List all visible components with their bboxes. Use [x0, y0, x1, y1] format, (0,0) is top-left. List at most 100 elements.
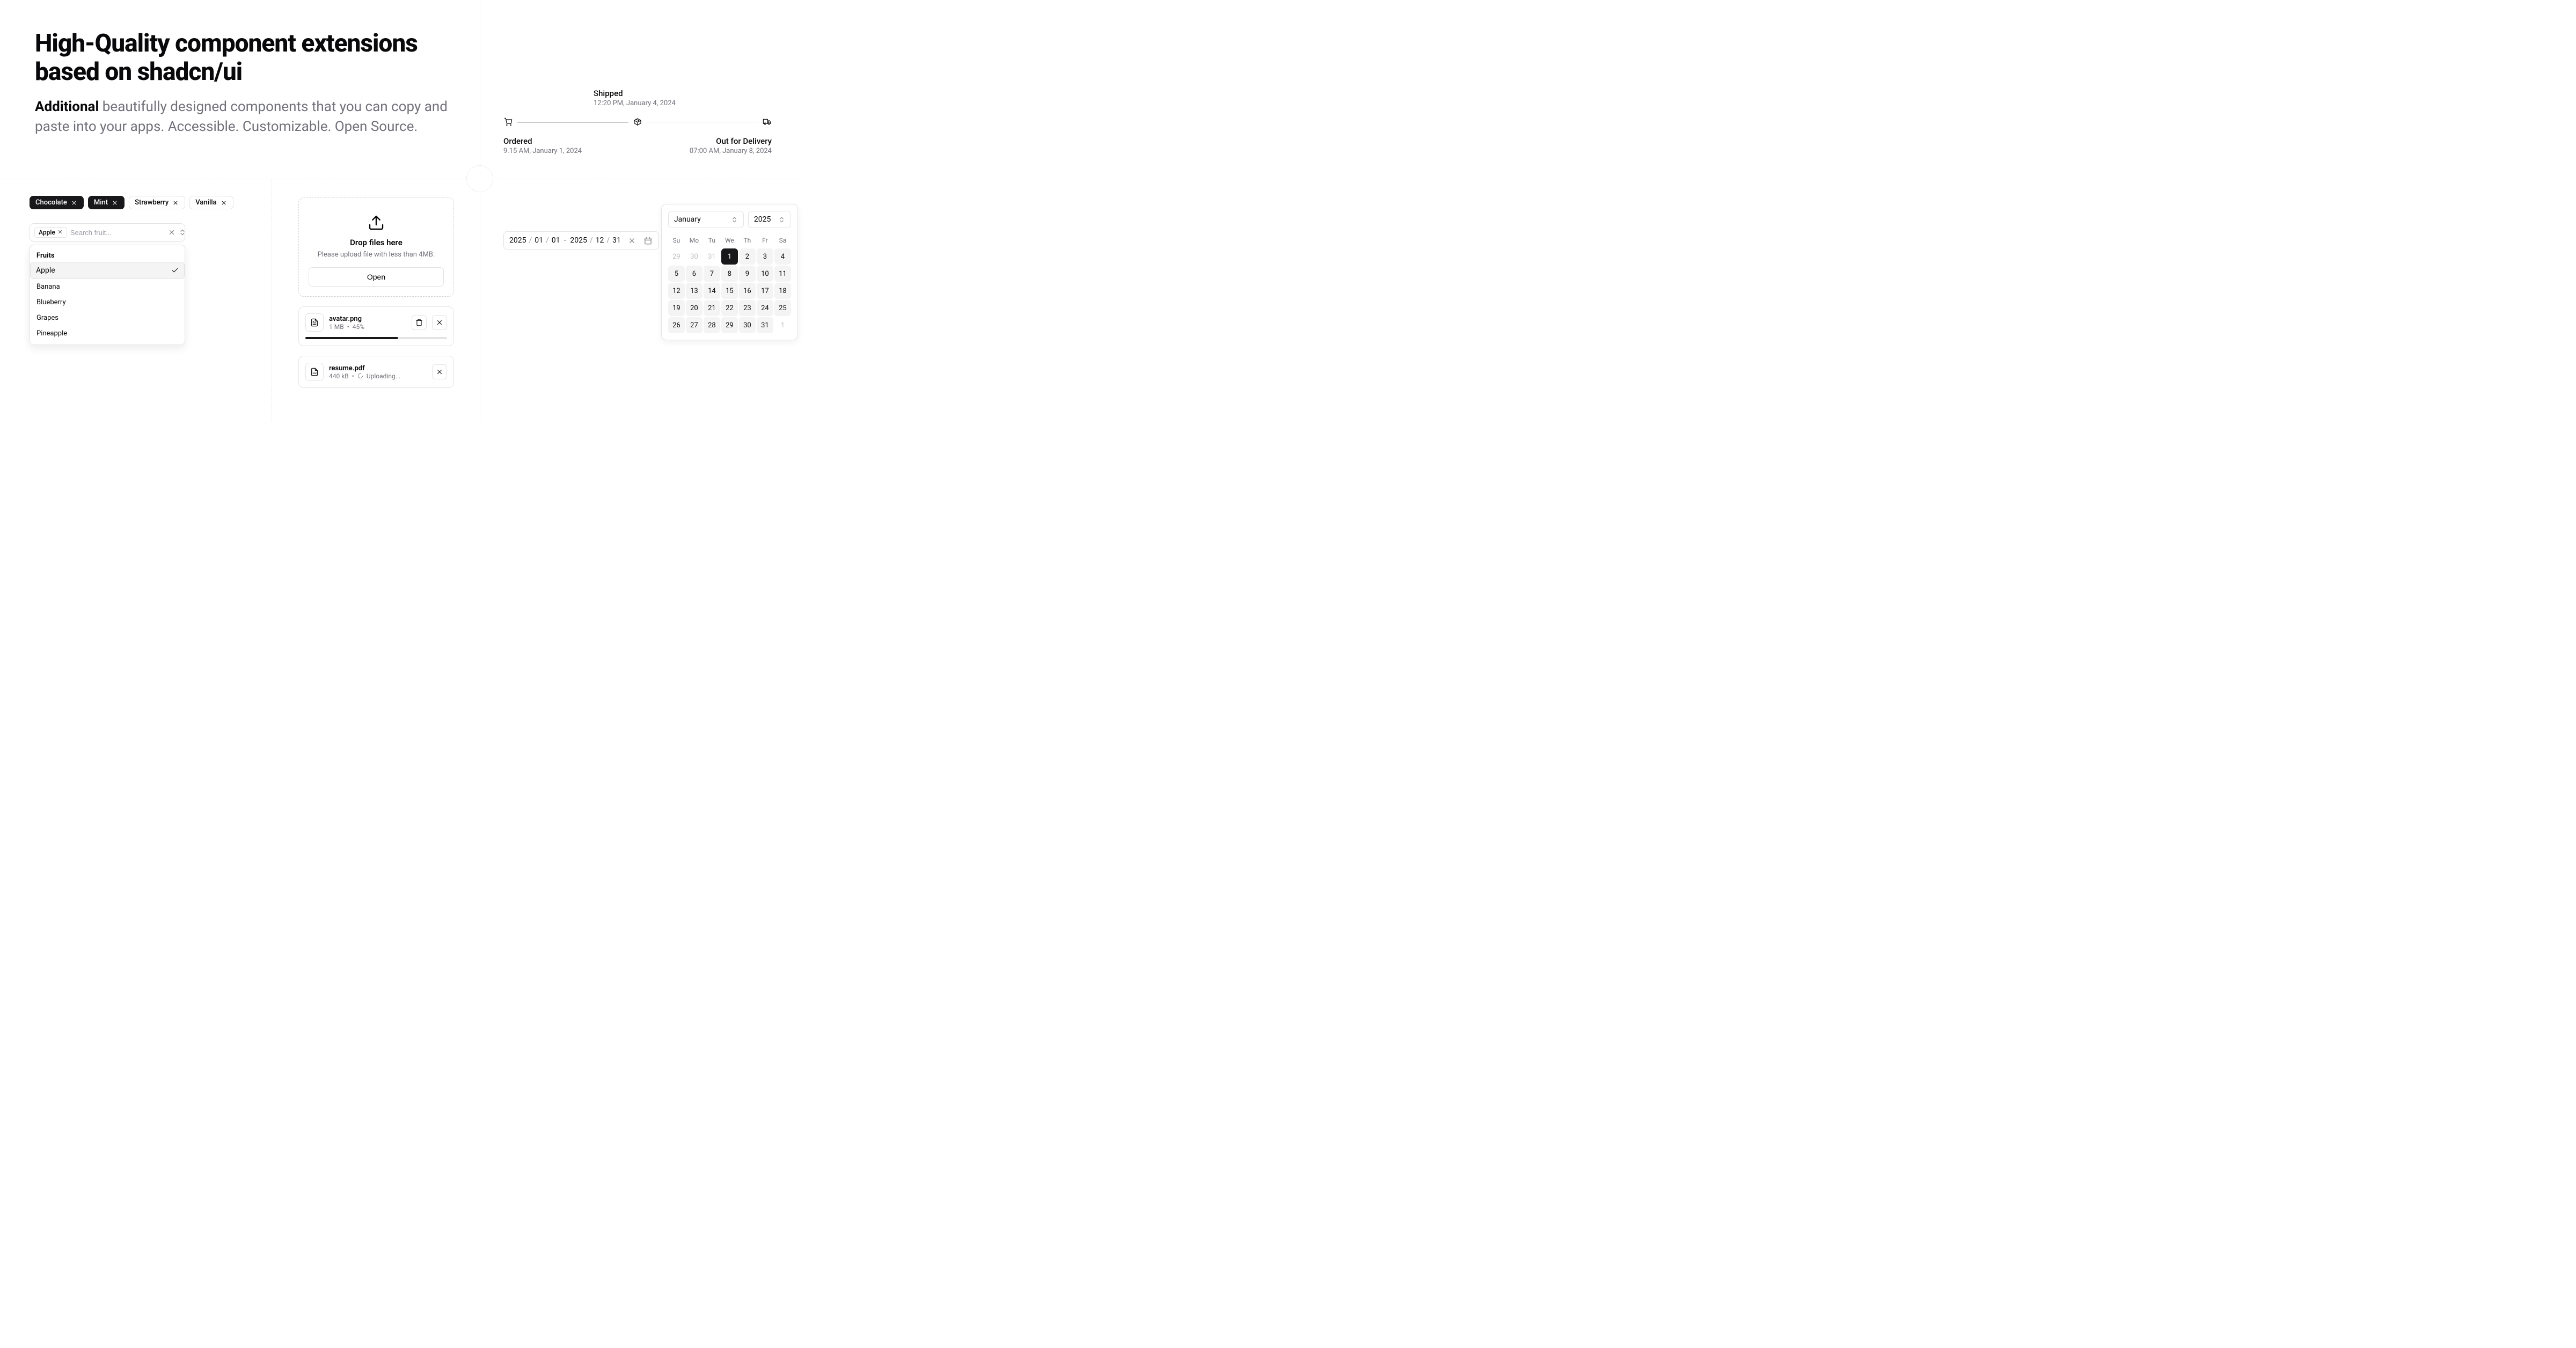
- dropzone[interactable]: Drop files here Please upload file with …: [298, 197, 454, 297]
- calendar-day[interactable]: 19: [668, 300, 685, 316]
- chevron-updown-icon: [778, 216, 785, 223]
- tag-mint[interactable]: Mint: [88, 196, 125, 209]
- calendar-day[interactable]: 20: [686, 300, 702, 316]
- file-icon: PDF: [305, 363, 324, 381]
- calendar-day[interactable]: 31: [704, 248, 720, 265]
- file-name: avatar.png: [329, 315, 406, 323]
- file-icon: [305, 313, 324, 332]
- calendar-day[interactable]: 27: [686, 317, 702, 333]
- fruit-option-banana[interactable]: Banana: [30, 279, 185, 295]
- progress-bar: [305, 337, 447, 339]
- combo-chip[interactable]: Apple: [34, 227, 67, 238]
- calendar-dow: We: [721, 233, 738, 247]
- calendar-day[interactable]: 24: [757, 300, 773, 316]
- calendar-day[interactable]: 29: [668, 248, 685, 265]
- calendar-day[interactable]: 26: [668, 317, 685, 333]
- check-icon: [171, 267, 179, 274]
- calendar-dow: Th: [739, 233, 756, 247]
- month-select[interactable]: January: [668, 211, 744, 228]
- calendar-day[interactable]: 5: [668, 266, 685, 282]
- calendar-day[interactable]: 4: [774, 248, 791, 265]
- calendar-day[interactable]: 7: [704, 266, 720, 282]
- calendar-day[interactable]: 29: [721, 317, 738, 333]
- date-range-input[interactable]: 2025/01/01 - 2025/12/31: [503, 231, 659, 250]
- step-ordered-time: 9.15 AM, January 1, 2024: [503, 147, 589, 155]
- calendar-day[interactable]: 14: [704, 283, 720, 299]
- close-icon[interactable]: [220, 199, 228, 207]
- fruit-option-pineapple[interactable]: Pineapple: [30, 326, 185, 341]
- calendar-dow: Fr: [757, 233, 773, 247]
- calendar-day[interactable]: 30: [686, 248, 702, 265]
- close-icon[interactable]: [111, 199, 119, 207]
- hero-title: High-Quality component extensions based …: [35, 30, 464, 86]
- clear-date-icon[interactable]: [627, 236, 637, 245]
- chevron-updown-icon[interactable]: [179, 228, 186, 237]
- dropzone-subtitle: Please upload file with less than 4MB.: [309, 251, 444, 259]
- calendar-day[interactable]: 1: [721, 248, 738, 265]
- close-icon[interactable]: [70, 199, 78, 207]
- step-delivery-time: 07:00 AM, January 8, 2024: [686, 147, 772, 155]
- close-icon[interactable]: [432, 315, 447, 330]
- fruit-combobox[interactable]: Apple: [30, 223, 185, 241]
- file-card: PDFresume.pdf440 kB•Uploading...: [298, 356, 454, 388]
- calendar-day[interactable]: 1: [774, 317, 791, 333]
- fruit-dropdown: Fruits AppleBananaBlueberryGrapesPineapp…: [30, 245, 185, 345]
- truck-icon: [762, 117, 772, 127]
- step-shipped-time: 12:20 PM, January 4, 2024: [594, 99, 772, 107]
- chevron-updown-icon: [731, 216, 738, 223]
- calendar-day[interactable]: 6: [686, 266, 702, 282]
- calendar-day[interactable]: 12: [668, 283, 685, 299]
- calendar-day[interactable]: 16: [739, 283, 756, 299]
- step-shipped-title: Shipped: [594, 89, 772, 98]
- calendar-day[interactable]: 8: [721, 266, 738, 282]
- fruit-option-apple[interactable]: Apple: [30, 262, 185, 279]
- fruit-option-grapes[interactable]: Grapes: [30, 310, 185, 326]
- close-icon[interactable]: [432, 364, 447, 379]
- year-select[interactable]: 2025: [748, 211, 791, 228]
- calendar-day[interactable]: 13: [686, 283, 702, 299]
- calendar-day[interactable]: 22: [721, 300, 738, 316]
- tag-vanilla[interactable]: Vanilla: [189, 196, 233, 209]
- tag-strawberry[interactable]: Strawberry: [129, 196, 185, 209]
- calendar-day[interactable]: 17: [757, 283, 773, 299]
- close-icon[interactable]: [172, 199, 179, 207]
- clear-icon[interactable]: [168, 228, 175, 237]
- calendar-day[interactable]: 15: [721, 283, 738, 299]
- calendar-day[interactable]: 25: [774, 300, 791, 316]
- calendar-day[interactable]: 10: [757, 266, 773, 282]
- file-card: avatar.png1 MB•45%: [298, 306, 454, 346]
- hero: High-Quality component extensions based …: [35, 30, 464, 137]
- tag-chocolate[interactable]: Chocolate: [30, 196, 84, 209]
- shipment-stepper: Shipped 12:20 PM, January 4, 2024 Ordere…: [503, 89, 772, 155]
- calendar-day[interactable]: 3: [757, 248, 773, 265]
- trash-icon[interactable]: [412, 315, 427, 330]
- calendar-day[interactable]: 28: [704, 317, 720, 333]
- calendar-day[interactable]: 23: [739, 300, 756, 316]
- file-name: resume.pdf: [329, 364, 427, 372]
- upload-icon: [368, 214, 385, 231]
- dropzone-title: Drop files here: [309, 238, 444, 247]
- calendar-day[interactable]: 31: [757, 317, 773, 333]
- fruit-option-blueberry[interactable]: Blueberry: [30, 295, 185, 310]
- calendar-day[interactable]: 9: [739, 266, 756, 282]
- calendar-icon[interactable]: [643, 236, 653, 245]
- spinner-icon: [357, 373, 363, 379]
- cart-icon: [503, 117, 513, 127]
- svg-text:PDF: PDF: [313, 372, 317, 375]
- tags-zone: Chocolate Mint Strawberry Vanilla Apple Fru…: [30, 196, 255, 345]
- calendar-day[interactable]: 30: [739, 317, 756, 333]
- calendar-dow: Mo: [686, 233, 702, 247]
- tag-list: Chocolate Mint Strawberry Vanilla: [30, 196, 255, 209]
- calendar-dow: Tu: [704, 233, 720, 247]
- package-icon: [633, 117, 642, 127]
- date-range-zone: 2025/01/01 - 2025/12/31 January 2025 SuM…: [503, 197, 798, 340]
- upload-zone: Drop files here Please upload file with …: [298, 197, 454, 388]
- calendar-day[interactable]: 18: [774, 283, 791, 299]
- calendar-day[interactable]: 11: [774, 266, 791, 282]
- close-icon[interactable]: [57, 229, 63, 236]
- open-button[interactable]: Open: [309, 267, 444, 287]
- calendar-day[interactable]: 2: [739, 248, 756, 265]
- fruit-search-input[interactable]: [70, 229, 165, 237]
- calendar-popover: January 2025 SuMoTuWeThFrSa2930311234567…: [661, 204, 798, 340]
- calendar-day[interactable]: 21: [704, 300, 720, 316]
